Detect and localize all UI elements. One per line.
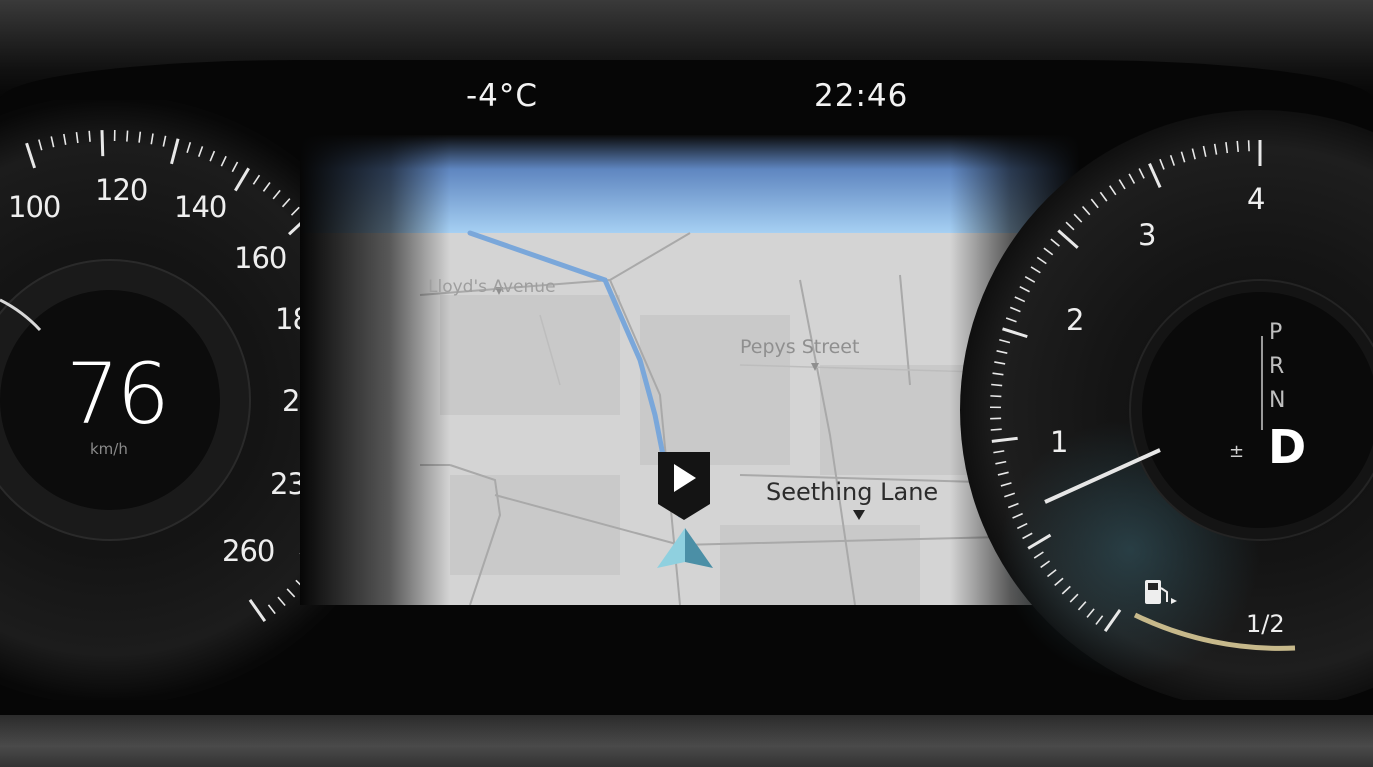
- gear-n: N: [1269, 388, 1286, 413]
- fuel-pump-icon: [1145, 580, 1177, 604]
- speed-unit: km/h: [90, 440, 128, 458]
- dashboard-trim: [0, 715, 1373, 767]
- manual-shift-indicator: ±: [1229, 441, 1245, 462]
- outside-temperature: -4°C: [466, 78, 539, 114]
- minor-tick: [990, 428, 1002, 431]
- clock: 22:46: [814, 78, 909, 114]
- fuel-half-label: 1/2: [1246, 610, 1285, 638]
- gear-r: R: [1269, 354, 1285, 379]
- current-speed: 76: [66, 345, 170, 443]
- major-tick: [100, 130, 105, 157]
- minor-tick: [126, 130, 129, 142]
- instrument-cluster: 100 120 140 160 180 200 230 260 76 km/h: [0, 0, 1373, 767]
- rpm-tick-1: 1: [1050, 425, 1068, 459]
- minor-tick: [88, 130, 91, 142]
- vehicle-position-icon: [657, 528, 713, 568]
- speed-tick-140: 140: [174, 190, 227, 224]
- minor-tick: [990, 395, 1002, 398]
- gear-p: P: [1269, 320, 1283, 345]
- rpm-tick-4: 4: [1247, 182, 1265, 216]
- street-label-seething-lane: Seething Lane: [766, 478, 939, 506]
- active-gear: D: [1268, 420, 1307, 474]
- rpm-tick-3: 3: [1138, 218, 1156, 252]
- minor-tick: [991, 383, 1003, 387]
- speed-tick-160: 160: [234, 241, 287, 275]
- minor-tick: [1236, 140, 1239, 152]
- rpm-tick-2: 2: [1066, 303, 1084, 337]
- speed-tick-260: 260: [222, 534, 275, 568]
- street-label-pepys-street: Pepys Street: [740, 336, 860, 358]
- speed-tick-120: 120: [95, 173, 148, 207]
- speed-tick-100: 100: [8, 190, 61, 224]
- next-turn-marker-icon: [658, 452, 710, 520]
- tachometer-dial: [960, 110, 1373, 700]
- street-label-lloyds-avenue: Lloyd's Avenue: [428, 277, 556, 297]
